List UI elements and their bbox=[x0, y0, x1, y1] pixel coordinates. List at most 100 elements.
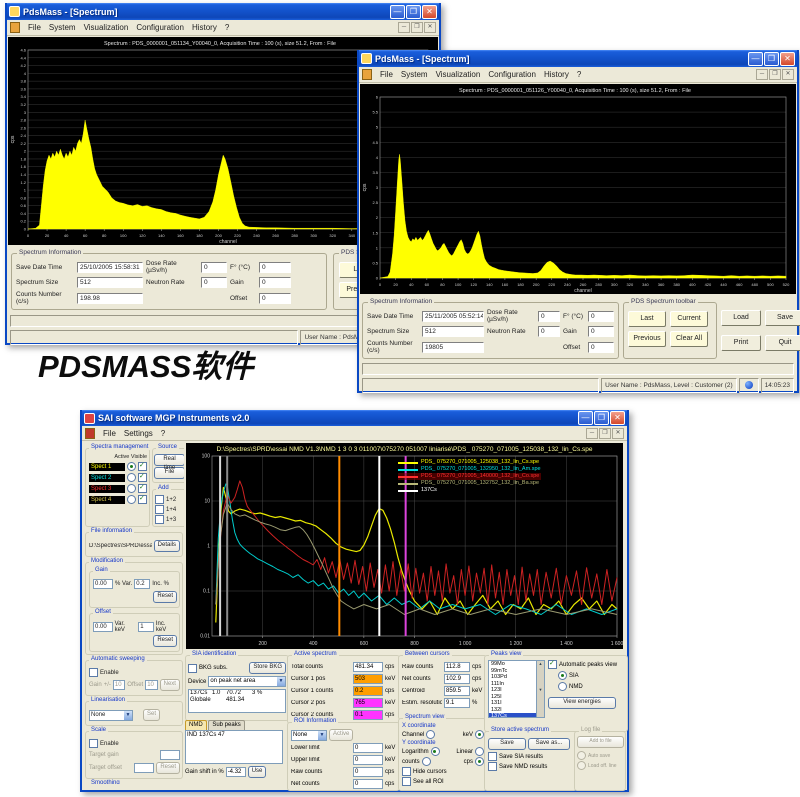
mdi-restore-icon[interactable]: ❐ bbox=[769, 69, 781, 80]
minimize-button[interactable]: ― bbox=[748, 52, 763, 66]
menu-help[interactable]: ? bbox=[225, 23, 229, 32]
counts-radio[interactable] bbox=[422, 757, 431, 766]
menu-help[interactable]: ? bbox=[161, 429, 165, 438]
active-radio[interactable] bbox=[127, 495, 136, 504]
restore-button[interactable]: ❐ bbox=[406, 5, 421, 19]
active-radio[interactable] bbox=[127, 484, 136, 493]
sweeping-enable-checkbox[interactable] bbox=[89, 668, 98, 677]
save-button[interactable]: Save bbox=[488, 738, 526, 750]
menu-visualization[interactable]: Visualization bbox=[436, 70, 481, 79]
menu-help[interactable]: ? bbox=[577, 70, 581, 79]
mdi-close-icon[interactable]: ✕ bbox=[424, 22, 436, 33]
mdi-close-icon[interactable]: ✕ bbox=[782, 69, 794, 80]
channel-radio[interactable] bbox=[426, 730, 435, 739]
peaks-listbox[interactable]: 99Mo 99mTc 103Pd 111In 123I 125I 131I 13… bbox=[488, 660, 545, 718]
file-button[interactable]: File bbox=[154, 467, 184, 479]
chevron-down-icon[interactable]: ▼ bbox=[124, 711, 132, 720]
save-nmd-results-checkbox[interactable] bbox=[488, 762, 497, 771]
scrollbar[interactable]: ▲▼ bbox=[536, 661, 544, 717]
kev-radio[interactable] bbox=[475, 730, 484, 739]
offset-spinner[interactable]: 0.00 bbox=[93, 622, 113, 632]
menu-history[interactable]: History bbox=[192, 23, 217, 32]
visible-checkbox[interactable] bbox=[138, 495, 147, 504]
last-button[interactable]: Last bbox=[628, 311, 666, 327]
print-button[interactable]: Print bbox=[721, 335, 761, 351]
chevron-down-icon[interactable]: ▼ bbox=[318, 731, 326, 740]
logarithm-radio[interactable] bbox=[431, 747, 440, 756]
visible-checkbox[interactable] bbox=[138, 462, 147, 471]
mdi-restore-icon[interactable]: ❐ bbox=[411, 22, 423, 33]
menu-system[interactable]: System bbox=[49, 23, 76, 32]
load-button[interactable]: Load bbox=[721, 310, 761, 326]
restore-button[interactable]: ❐ bbox=[594, 411, 609, 425]
automatic-peaks-checkbox[interactable] bbox=[548, 660, 557, 669]
chevron-down-icon[interactable]: ▼ bbox=[277, 677, 285, 686]
menu-file[interactable]: File bbox=[103, 429, 116, 438]
mdi-minimize-icon[interactable]: ─ bbox=[586, 428, 598, 439]
mdi-minimize-icon[interactable]: ─ bbox=[398, 22, 410, 33]
details-button[interactable]: Details bbox=[154, 540, 180, 552]
menu-configuration[interactable]: Configuration bbox=[488, 70, 536, 79]
visible-checkbox[interactable] bbox=[138, 484, 147, 493]
linear-radio[interactable] bbox=[475, 747, 484, 756]
previous-button[interactable]: Previous bbox=[628, 331, 666, 347]
titlebar[interactable]: PdsMass - [Spectrum] ― ❐ ✕ bbox=[7, 3, 439, 20]
tab-nmd[interactable]: NMD bbox=[185, 720, 207, 730]
mdi-minimize-icon[interactable]: ─ bbox=[756, 69, 768, 80]
active-radio[interactable] bbox=[127, 462, 136, 471]
menu-history[interactable]: History bbox=[544, 70, 569, 79]
use-button[interactable]: Use bbox=[248, 766, 267, 778]
gain-inc-input[interactable]: 0.2 bbox=[134, 579, 150, 589]
save-sia-results-checkbox[interactable] bbox=[488, 752, 497, 761]
current-button[interactable]: Current bbox=[670, 311, 708, 327]
active-radio[interactable] bbox=[127, 473, 136, 482]
gain-spinner[interactable]: 0.00 bbox=[93, 579, 113, 589]
quit-button[interactable]: Quit bbox=[765, 335, 800, 351]
store-bkg-button[interactable]: Store BKG bbox=[249, 662, 286, 674]
clear-all-button[interactable]: Clear All bbox=[670, 331, 708, 347]
menu-settings[interactable]: Settings bbox=[124, 429, 153, 438]
close-button[interactable]: ✕ bbox=[610, 411, 625, 425]
add-1-2-checkbox[interactable] bbox=[155, 495, 164, 504]
tab-sub-peaks[interactable]: Sub peaks bbox=[208, 720, 244, 730]
lower-limit-value[interactable]: 0 bbox=[353, 743, 383, 753]
roi-select[interactable]: None▼ bbox=[291, 730, 327, 741]
add-to-file-button: Add to file bbox=[577, 736, 624, 748]
menu-visualization[interactable]: Visualization bbox=[84, 23, 129, 32]
add-1-4-checkbox[interactable] bbox=[155, 505, 164, 514]
mdi-close-icon[interactable]: ✕ bbox=[612, 428, 624, 439]
close-button[interactable]: ✕ bbox=[780, 52, 795, 66]
add-1-3-checkbox[interactable] bbox=[155, 515, 164, 524]
titlebar[interactable]: SAI software MGP Instruments v2.0 ― ❐ ✕ bbox=[82, 410, 627, 426]
nmd-radio[interactable] bbox=[558, 682, 567, 691]
scale-enable-checkbox[interactable] bbox=[89, 739, 98, 748]
sia-radio[interactable] bbox=[558, 671, 567, 680]
menu-system[interactable]: System bbox=[401, 70, 428, 79]
mdi-restore-icon[interactable]: ❐ bbox=[599, 428, 611, 439]
titlebar[interactable]: PdsMass - [Spectrum] ― ❐ ✕ bbox=[359, 50, 797, 67]
real-time-button[interactable]: Real time bbox=[154, 454, 184, 466]
close-button[interactable]: ✕ bbox=[422, 5, 437, 19]
minimize-button[interactable]: ― bbox=[578, 411, 593, 425]
offset-reset-button[interactable]: Reset bbox=[153, 635, 177, 647]
cps-radio[interactable] bbox=[475, 757, 484, 766]
menu-file[interactable]: File bbox=[28, 23, 41, 32]
device-select[interactable]: on peak net area▼ bbox=[208, 676, 286, 687]
list-item-selected[interactable]: 137Cs bbox=[489, 713, 537, 718]
upper-limit-value[interactable]: 0 bbox=[353, 755, 383, 765]
menu-file[interactable]: File bbox=[380, 70, 393, 79]
offset-inc-input[interactable]: 1 bbox=[138, 622, 154, 632]
bkg-subs-checkbox[interactable] bbox=[188, 664, 197, 673]
hide-cursors-checkbox[interactable] bbox=[402, 767, 411, 776]
save-button[interactable]: Save bbox=[765, 310, 800, 326]
gain-reset-button[interactable]: Reset bbox=[153, 591, 177, 603]
restore-button[interactable]: ❐ bbox=[764, 52, 779, 66]
see-all-roi-checkbox[interactable] bbox=[402, 777, 411, 786]
minimize-button[interactable]: ― bbox=[390, 5, 405, 19]
linearisation-select[interactable]: None▼ bbox=[89, 710, 133, 721]
menu-configuration[interactable]: Configuration bbox=[136, 23, 184, 32]
visible-checkbox[interactable] bbox=[138, 473, 147, 482]
nmd-chart-area[interactable]: 1001010.10.012004006008001 0001 2001 400… bbox=[186, 443, 623, 649]
view-energies-button[interactable]: View energies bbox=[548, 697, 616, 709]
save-as-button[interactable]: Save as... bbox=[528, 738, 570, 750]
